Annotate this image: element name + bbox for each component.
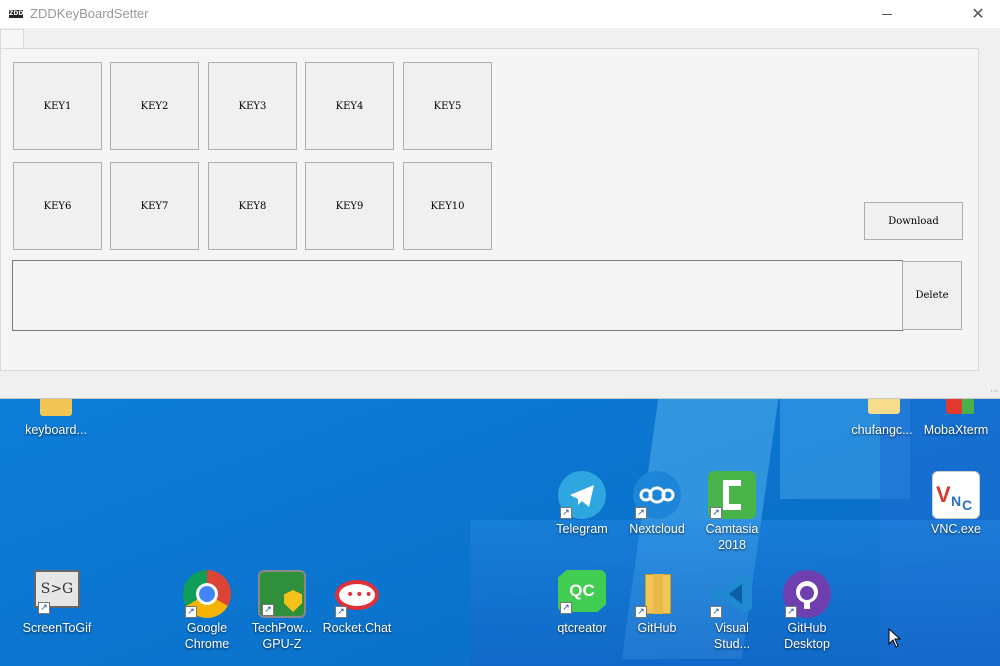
desktop-icon-gpuz[interactable]: ↗ TechPow... GPU-Z (244, 570, 320, 652)
shortcut-arrow-icon: ↗ (185, 606, 197, 618)
nextcloud-icon: ↗ (633, 471, 681, 519)
desktop-icon-keyboard-folder[interactable]: keyboard... (18, 398, 94, 438)
delete-button[interactable]: Delete (902, 261, 962, 330)
vscode-icon: ↗ (708, 570, 756, 618)
desktop-icon-camtasia[interactable]: ↗ Camtasia 2018 (694, 471, 770, 553)
folder-icon: ↗ (633, 570, 681, 618)
folder-icon (858, 398, 906, 418)
github-desktop-icon: ↗ (783, 570, 831, 618)
camtasia-icon: ↗ (708, 471, 756, 519)
desktop-icon-mobaxterm[interactable]: MobaXterm (918, 398, 994, 438)
desktop-icon-screentogif[interactable]: S>G ↗ ScreenToGif (19, 570, 95, 636)
chrome-icon: ↗ (183, 570, 231, 618)
desktop-icon-nextcloud[interactable]: ↗ Nextcloud (619, 471, 695, 537)
shortcut-arrow-icon: ↗ (785, 606, 797, 618)
shortcut-arrow-icon: ↗ (710, 606, 722, 618)
close-button[interactable]: ✕ (958, 0, 998, 28)
mouse-cursor-icon (888, 628, 902, 648)
key1-button[interactable]: KEY1 (13, 62, 102, 150)
output-textbox[interactable] (12, 260, 903, 331)
svg-text:C: C (962, 497, 972, 513)
app-window: ZDD ZDDKeyBoardSetter ✕ KEY1 KEY2 KEY3 K… (0, 0, 1000, 399)
svg-text:N: N (951, 493, 961, 509)
desktop-icon-chufang-folder[interactable]: chufangc... (844, 398, 920, 438)
shortcut-arrow-icon: ↗ (635, 507, 647, 519)
key9-button[interactable]: KEY9 (305, 162, 394, 250)
desktop-icon-chrome[interactable]: ↗ Google Chrome (169, 570, 245, 652)
shortcut-arrow-icon: ↗ (635, 606, 647, 618)
resize-grip-icon[interactable]: ⠠⠤ (988, 387, 998, 398)
minimize-button[interactable] (868, 0, 904, 28)
key5-button[interactable]: KEY5 (403, 62, 492, 150)
folder-icon (32, 398, 80, 418)
desktop-icon-vnc[interactable]: V N C VNC.exe (918, 471, 994, 537)
screentogif-icon: S>G ↗ (34, 570, 80, 614)
download-button[interactable]: Download (864, 202, 963, 240)
vnc-icon: V N C (932, 471, 980, 519)
app-logo-icon: ZDD (9, 10, 24, 18)
shortcut-arrow-icon: ↗ (38, 602, 50, 614)
shortcut-arrow-icon: ↗ (262, 604, 274, 616)
telegram-icon: ↗ (558, 471, 606, 519)
mobaxterm-icon (932, 398, 980, 418)
rocketchat-icon: ••• ↗ (333, 570, 381, 618)
key3-button[interactable]: KEY3 (208, 62, 297, 150)
tab-main[interactable] (0, 29, 24, 49)
desktop-icon-qtcreator[interactable]: QC ↗ qtcreator (544, 570, 620, 636)
shortcut-arrow-icon: ↗ (710, 507, 722, 519)
key4-button[interactable]: KEY4 (305, 62, 394, 150)
title-bar[interactable]: ZDD ZDDKeyBoardSetter ✕ (0, 0, 1000, 28)
key6-button[interactable]: KEY6 (13, 162, 102, 250)
window-title: ZDDKeyBoardSetter (30, 6, 149, 21)
key10-button[interactable]: KEY10 (403, 162, 492, 250)
key8-button[interactable]: KEY8 (208, 162, 297, 250)
desktop-icon-telegram[interactable]: ↗ Telegram (544, 471, 620, 537)
desktop-icon-vscode[interactable]: ↗ Visual Stud... (694, 570, 770, 652)
desktop-icon-github-desktop[interactable]: ↗ GitHub Desktop (769, 570, 845, 652)
svg-text:V: V (936, 482, 951, 507)
shortcut-arrow-icon: ↗ (335, 606, 347, 618)
gpuz-icon: ↗ (258, 570, 306, 618)
shortcut-arrow-icon: ↗ (560, 602, 572, 614)
desktop-icon-rocketchat[interactable]: ••• ↗ Rocket.Chat (319, 570, 395, 636)
key2-button[interactable]: KEY2 (110, 62, 199, 150)
desktop-icon-github-folder[interactable]: ↗ GitHub (619, 570, 695, 636)
key7-button[interactable]: KEY7 (110, 162, 199, 250)
shortcut-arrow-icon: ↗ (560, 507, 572, 519)
